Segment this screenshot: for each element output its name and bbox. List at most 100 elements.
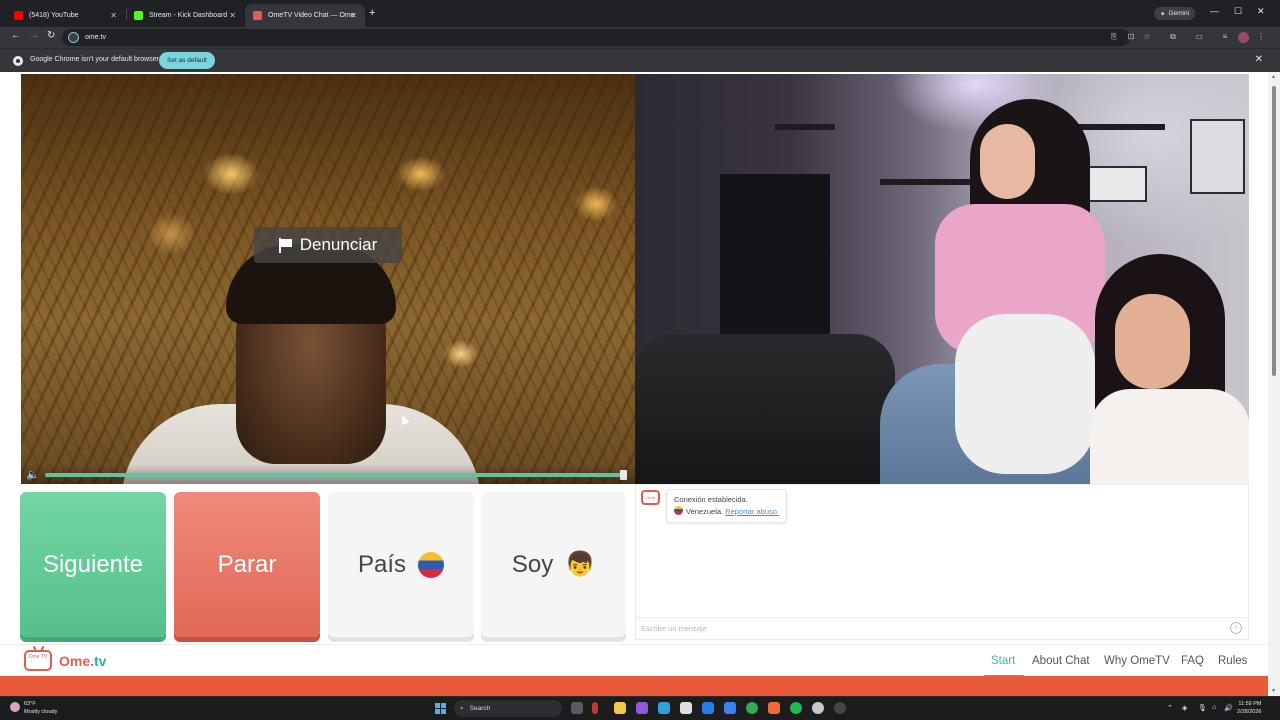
network-icon[interactable]: ⌂ [1212, 704, 1216, 711]
window-close-icon[interactable]: ✕ [1257, 6, 1265, 17]
page-scrollbar[interactable]: ▲ ▼ [1268, 72, 1280, 696]
system-message: Conexión establecida. Venezuela. Reporta… [666, 489, 788, 523]
stop-button[interactable]: Parar [174, 492, 320, 637]
message-placeholder: Escribe un mensaje [641, 624, 707, 633]
chrome-icon [13, 56, 23, 66]
country-button[interactable]: País [328, 492, 474, 637]
forward-icon[interactable]: → [29, 30, 39, 41]
venezuela-flag-icon [674, 506, 683, 515]
report-abuse-link[interactable]: Reportar abuso. [725, 507, 779, 516]
video-subject [1115, 294, 1190, 389]
task-view-icon[interactable] [571, 702, 583, 714]
clock-date: 2/28/2026 [1237, 709, 1262, 715]
bookmark-star-icon[interactable]: ☆ [1142, 32, 1152, 42]
reload-icon[interactable]: ↻ [47, 30, 55, 41]
logo-suffix: .tv [90, 653, 107, 669]
remote-video [635, 74, 1249, 484]
maximize-icon[interactable]: ☐ [1234, 6, 1242, 17]
ometv-page: Denunciar 🔈 Siguiente Parar País Soy 👦 O… [0, 72, 1280, 696]
edge-icon[interactable] [658, 702, 670, 714]
tab-title: Stream - Kick Dashboard [149, 12, 228, 19]
tray-app-icon[interactable]: ◈ [1182, 704, 1187, 712]
chrome-taskbar-icon[interactable] [746, 702, 758, 714]
app-icon[interactable] [592, 702, 598, 714]
file-explorer-icon[interactable] [614, 702, 626, 714]
volume-control[interactable]: 🔈 [21, 464, 635, 484]
nav-start[interactable]: Start [991, 655, 1015, 667]
message-input[interactable]: Escribe un mensaje ☺ [636, 617, 1248, 639]
volume-handle[interactable] [620, 470, 627, 480]
video-subject [980, 124, 1035, 199]
back-icon[interactable]: ← [11, 30, 21, 41]
country-label: País [357, 550, 407, 578]
store-icon[interactable] [680, 702, 692, 714]
media-icon[interactable]: ≡ [1220, 32, 1230, 42]
gaming-chair [635, 334, 895, 484]
next-button[interactable]: Siguiente [20, 492, 166, 637]
nav-why-ometv[interactable]: Why OmeTV [1104, 655, 1170, 667]
translate-icon[interactable]: ⎘ [1109, 32, 1119, 42]
weather-widget[interactable]: 63°F Mostly cloudy [10, 700, 57, 716]
tab-strip: (5418) YouTube ✕ Stream - Kick Dashboard… [0, 0, 1280, 27]
nav-about-chat[interactable]: About Chat [1032, 655, 1090, 667]
gender-button[interactable]: Soy 👦 [481, 492, 626, 637]
menu-icon[interactable]: ⋮ [1256, 32, 1266, 42]
speaker-icon[interactable]: 🔈 [26, 468, 40, 481]
gemini-button[interactable]: ✦ Gemini [1154, 7, 1196, 20]
search-label: Search [469, 705, 491, 712]
tab-youtube[interactable]: (5418) YouTube ✕ [6, 4, 125, 27]
close-icon[interactable]: ✕ [350, 11, 357, 20]
copilot-icon[interactable] [636, 702, 648, 714]
start-icon[interactable] [435, 703, 446, 714]
nav-rules[interactable]: Rules [1218, 655, 1247, 667]
sparkle-icon: ✦ [1160, 10, 1166, 18]
weather-text: Mostly cloudy [24, 709, 58, 715]
country-line: Venezuela. Reportar abuso. [674, 506, 779, 518]
mail-icon[interactable] [702, 702, 714, 714]
taskbar-search[interactable]: ⌕ Search [454, 700, 562, 717]
infobar-close-icon[interactable]: ✕ [1255, 54, 1263, 65]
close-icon[interactable]: ✕ [110, 11, 117, 20]
calendar-icon[interactable] [724, 702, 736, 714]
ometv-logo-icon: Ome [641, 490, 660, 505]
chat-panel: Ome Conexión establecida. Venezuela. Rep… [635, 484, 1249, 640]
tab-title: (5418) YouTube [29, 12, 79, 19]
taskbar-clock[interactable]: 11:59 PM 2/28/2026 [1237, 700, 1261, 716]
set-default-button[interactable]: Set as default [159, 52, 215, 69]
clock-time: 11:59 PM [1238, 701, 1262, 707]
nav-faq[interactable]: FAQ [1181, 655, 1204, 667]
new-tab-icon[interactable]: + [369, 7, 375, 19]
install-icon[interactable]: ⊡ [1126, 32, 1136, 42]
volume-icon[interactable]: 🔊 [1224, 704, 1233, 712]
flag-icon [278, 237, 292, 253]
site-info-icon[interactable] [68, 32, 79, 43]
stop-label: Parar [217, 550, 277, 578]
gender-label: Soy [511, 550, 554, 578]
extensions-icon[interactable]: ⧉ [1168, 32, 1178, 42]
site-logo[interactable]: Ome.tv [59, 653, 106, 669]
report-button[interactable]: Denunciar [254, 227, 402, 263]
scroll-down-icon[interactable]: ▼ [1271, 688, 1276, 694]
close-icon[interactable]: ✕ [229, 11, 236, 20]
mic-icon[interactable]: 🎙 [1198, 704, 1207, 712]
ometv-logo-icon[interactable]: Ome TV [24, 650, 52, 671]
spotify-icon[interactable] [790, 702, 802, 714]
scrollbar-thumb[interactable] [1272, 86, 1276, 376]
app-icon[interactable] [768, 702, 780, 714]
profile-avatar[interactable] [1238, 32, 1249, 43]
tray-overflow-icon[interactable]: ⌃ [1167, 704, 1173, 712]
emoji-icon[interactable]: ☺ [1230, 622, 1242, 634]
volume-slider[interactable] [45, 473, 627, 477]
scroll-up-icon[interactable]: ▲ [1271, 74, 1276, 80]
address-bar[interactable]: ome.tv [62, 29, 1130, 46]
tab-kick[interactable]: Stream - Kick Dashboard ✕ [126, 4, 244, 27]
kick-icon [134, 11, 143, 20]
wall-poster [1190, 119, 1245, 194]
tab-ometv[interactable]: OmeTV Video Chat — Ome ✕ [245, 4, 365, 27]
minimize-icon[interactable]: — [1210, 6, 1219, 16]
local-video: Denunciar 🔈 [21, 74, 635, 484]
media-player-icon[interactable] [834, 702, 846, 714]
shelf [880, 179, 980, 185]
app-icon[interactable] [812, 702, 824, 714]
sidepanel-icon[interactable]: ▭ [1194, 32, 1204, 42]
